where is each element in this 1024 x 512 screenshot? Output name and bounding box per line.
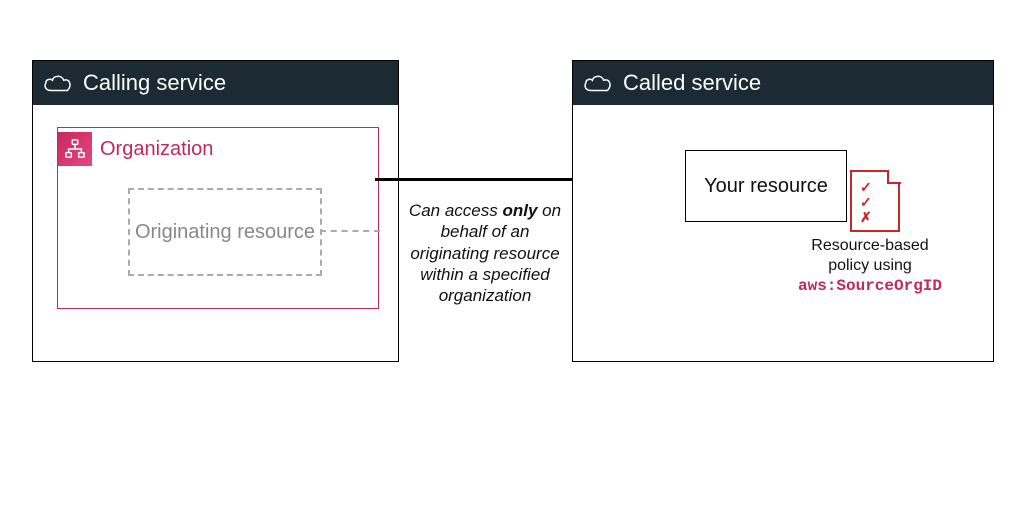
policy-caption-line2: policy using bbox=[828, 257, 912, 274]
org-hierarchy-icon bbox=[58, 132, 92, 166]
calling-service-panel: Calling service Organization bbox=[32, 60, 399, 362]
arrow-caption-pre: Can access bbox=[409, 201, 503, 220]
organization-label: Organization bbox=[100, 138, 213, 161]
policy-checkmarks-icon: ✓✓✗ bbox=[860, 180, 872, 225]
diagram-stage: Calling service Organization bbox=[0, 0, 1024, 512]
called-service-header: Called service bbox=[573, 61, 993, 105]
your-resource-box: Your resource bbox=[685, 150, 847, 222]
arrow-caption-bold: only bbox=[502, 201, 537, 220]
policy-caption-line1: Resource-based bbox=[811, 237, 928, 254]
cloud-icon bbox=[583, 73, 613, 93]
policy-condition-key: aws:SourceOrgID bbox=[798, 277, 942, 295]
calling-service-header: Calling service bbox=[33, 61, 398, 105]
originating-resource-box: Originating resource bbox=[128, 188, 322, 276]
dashed-connector bbox=[320, 230, 380, 232]
policy-caption: Resource-based policy using aws:SourceOr… bbox=[770, 236, 970, 296]
policy-document-icon: ✓✓✗ bbox=[850, 170, 900, 232]
arrow-caption: Can access only on behalf of an originat… bbox=[400, 200, 570, 306]
organization-box: Organization Originating resource bbox=[57, 127, 379, 309]
called-service-title: Called service bbox=[623, 70, 761, 96]
originating-resource-label: Originating resource bbox=[135, 221, 315, 244]
calling-service-title: Calling service bbox=[83, 70, 226, 96]
cloud-icon bbox=[43, 73, 73, 93]
organization-header: Organization bbox=[58, 128, 378, 166]
your-resource-label: Your resource bbox=[704, 175, 828, 197]
